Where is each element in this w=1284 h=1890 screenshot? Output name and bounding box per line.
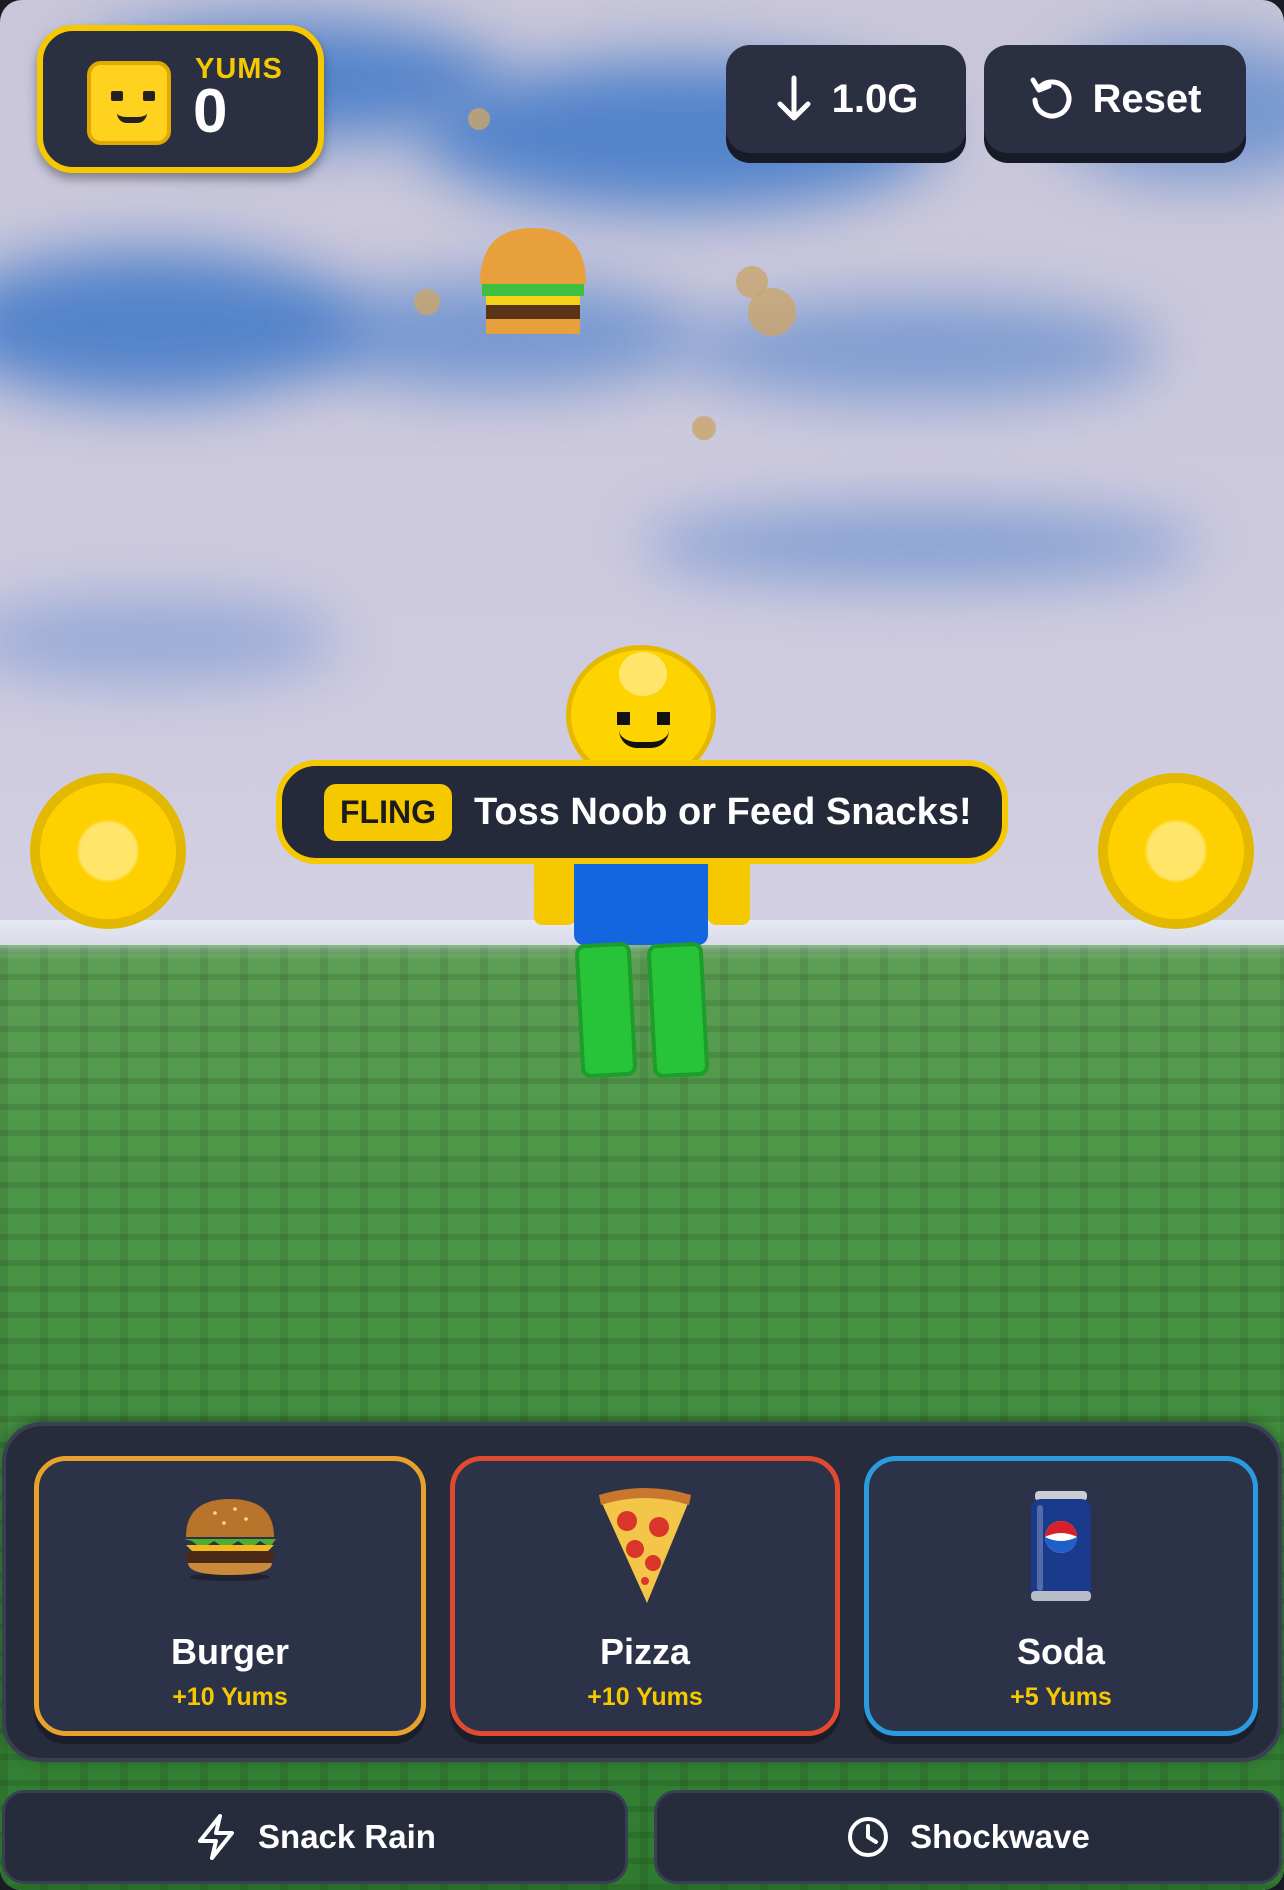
clock-icon [848, 1817, 889, 1857]
snack-name: Soda [1016, 1631, 1105, 1672]
snack-name: Burger [170, 1631, 290, 1672]
snack-rain-label: Snack Rain [258, 1818, 436, 1855]
noob-right-leg[interactable] [646, 941, 710, 1079]
reset-button[interactable]: Reset [984, 45, 1246, 153]
soda-can-icon [1031, 1491, 1091, 1601]
snack-tray: Burger +10 Yums Pizza +10 Yums Soda +5 Y… [2, 1422, 1282, 1762]
lightning-icon [198, 1814, 235, 1860]
crumb [468, 108, 490, 130]
shockwave-button[interactable]: Shockwave [654, 1790, 1282, 1884]
crumb [414, 289, 440, 315]
noob-character[interactable] [530, 645, 750, 1085]
hint-text: Toss Noob or Feed Snacks! [473, 790, 972, 833]
left-joystick[interactable] [30, 773, 186, 929]
snack-rain-button[interactable]: Snack Rain [2, 1790, 628, 1884]
snack-reward: +10 Yums [172, 1683, 288, 1711]
snack-reward: +5 Yums [1010, 1683, 1112, 1711]
snack-card-burger[interactable]: Burger +10 Yums [34, 1456, 426, 1736]
game-viewport[interactable]: FLING Toss Noob or Feed Snacks! YUMS 0 1… [0, 0, 1284, 1890]
joystick-knob[interactable] [78, 821, 138, 881]
gravity-label: 1.0G [831, 76, 919, 121]
joystick-knob[interactable] [1146, 821, 1206, 881]
gravity-button[interactable]: 1.0G [726, 45, 966, 153]
pizza-icon [599, 1488, 691, 1603]
snack-name: Pizza [599, 1631, 691, 1672]
fling-tag: FLING [324, 783, 452, 841]
crumb [692, 416, 716, 440]
right-joystick[interactable] [1098, 773, 1254, 929]
yums-counter: YUMS 0 [37, 25, 324, 173]
snack-card-soda[interactable]: Soda +5 Yums [864, 1456, 1258, 1736]
arrow-down-icon [777, 75, 811, 121]
crumb [748, 288, 796, 336]
yums-value: 0 [193, 77, 228, 146]
shockwave-label: Shockwave [910, 1818, 1090, 1855]
noob-left-leg[interactable] [574, 941, 638, 1079]
reset-icon [1030, 77, 1071, 119]
flying-burger-icon[interactable] [478, 226, 588, 336]
smiley-face-icon [87, 61, 171, 145]
hint-banner: FLING Toss Noob or Feed Snacks! [276, 760, 1008, 864]
snack-reward: +10 Yums [587, 1683, 703, 1711]
reset-label: Reset [1092, 76, 1202, 121]
snack-card-pizza[interactable]: Pizza +10 Yums [450, 1456, 840, 1736]
burger-icon [184, 1499, 276, 1581]
